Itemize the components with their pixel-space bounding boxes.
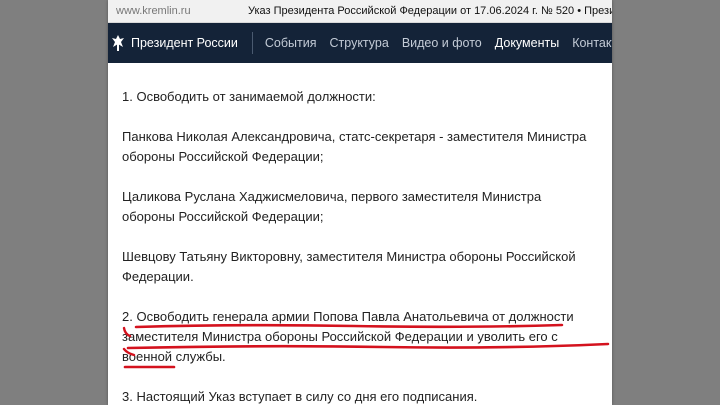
nav-item-documents[interactable]: Документы [495,36,559,50]
paragraph-1: 1. Освободить от занимаемой должности: [122,89,376,104]
brand-title[interactable]: Президент России [131,36,238,50]
browser-address-bar[interactable]: www.kremlin.ru Указ Президента Российско… [108,0,612,23]
paragraph-dismissal-tsalikov: Цаликова Руслана Хаджисмеловича, первого… [122,189,542,224]
emblem-icon[interactable] [111,33,125,53]
paragraph-2-text: Освободить генерала армии Попова Павла А… [122,309,574,364]
paragraph-3: 3. Настоящий Указ вступает в силу со дня… [122,389,478,404]
nav-item-structure[interactable]: Структура [330,36,389,50]
site-navbar: Президент России События Структура Видео… [108,23,612,63]
paragraph-2-number: 2. [122,309,137,324]
nav-divider [251,32,253,54]
paragraph-dismissal-pankov: Панкова Николая Александровича, статс-се… [122,129,587,164]
paragraph-dismissal-shevtsova: Шевцову Татьяну Викторовну, заместителя … [122,249,576,284]
browser-window: www.kremlin.ru Указ Президента Российско… [108,0,612,405]
page-title: Указ Президента Российской Федерации от … [248,5,612,17]
nav-item-video-photo[interactable]: Видео и фото [402,36,482,50]
nav-item-events[interactable]: События [265,36,317,50]
nav-item-contacts[interactable]: Контакты [572,36,612,50]
document-body: 1. Освободить от занимаемой должности: П… [108,63,612,405]
url-text[interactable]: www.kremlin.ru [108,5,242,17]
paragraph-2-highlighted: 2. Освободить генерала армии Попова Павл… [122,307,610,369]
